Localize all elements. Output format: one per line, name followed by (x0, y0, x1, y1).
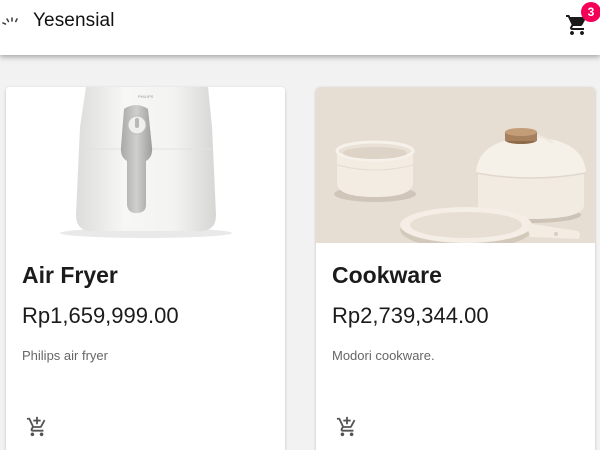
air-fryer-image[interactable]: PHILIPS (6, 87, 285, 243)
app-bar: Yesensial 3 (0, 0, 600, 55)
cookware-image[interactable] (316, 87, 595, 243)
add-shopping-cart-icon (26, 416, 46, 437)
add-to-cart-button[interactable] (26, 416, 48, 438)
product-title: Air Fryer (22, 262, 118, 288)
brand-name[interactable]: Yesensial (33, 10, 115, 32)
cart-count-badge: 3 (581, 2, 600, 22)
product-price: Rp1,659,999.00 (22, 303, 179, 328)
product-card-air-fryer[interactable]: PHILIPS Air Fryer Rp1,659,999.00 Philips… (6, 87, 285, 450)
product-price: Rp2,739,344.00 (332, 303, 489, 328)
svg-text:PHILIPS: PHILIPS (138, 94, 154, 99)
product-title: Cookware (332, 262, 442, 288)
product-card-cookware[interactable]: Cookware Rp2,739,344.00 Modori cookware. (316, 87, 595, 450)
product-description: Philips air fryer (22, 348, 108, 363)
cart-button[interactable]: 3 (564, 2, 600, 37)
add-shopping-cart-icon (336, 416, 356, 437)
add-to-cart-button[interactable] (336, 416, 358, 438)
product-description: Modori cookware. (332, 348, 435, 363)
loading-spinner-icon (2, 17, 18, 25)
